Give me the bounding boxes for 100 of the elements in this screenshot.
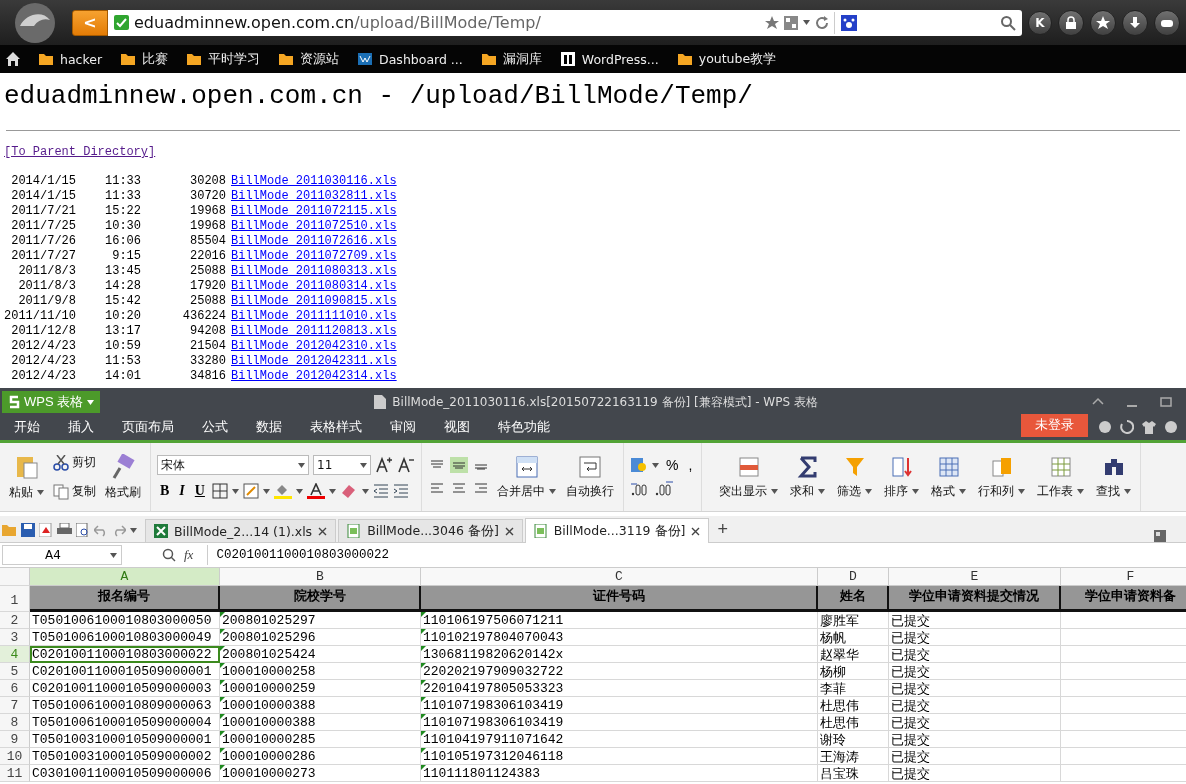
row-header[interactable]: 7 [0,697,30,714]
row-header[interactable]: 9 [0,731,30,748]
increase-decimal-icon[interactable] [630,481,650,497]
qr-code-icon[interactable] [784,15,798,30]
row-header[interactable]: 11 [0,765,30,782]
lock-button[interactable] [1058,9,1084,36]
star-icon[interactable] [765,15,779,30]
bookmark-item[interactable]: 平时学习 [186,50,261,68]
formula-field[interactable]: C0201001100010803000022 [207,545,1186,565]
ribbon-command-button[interactable]: 筛选 [834,452,876,502]
column-header[interactable]: A [30,568,220,586]
zoom-formula-icon[interactable] [162,548,176,562]
ribbon-tab[interactable]: 特色功能 [484,419,564,440]
bookmark-item[interactable]: WordPress... [559,51,659,67]
file-link[interactable]: BillMode_2011111010.xls [231,309,397,323]
ribbon-command-button[interactable]: 排序 [881,452,923,502]
document-tab[interactable]: BillMode...3119 备份] [524,518,710,543]
pdf-icon[interactable] [39,523,53,537]
column-header[interactable]: B [220,568,421,586]
file-link[interactable]: BillMode_2011090815.xls [231,294,397,308]
bookmark-item[interactable]: Dashboard ... [357,51,463,67]
row-header[interactable]: 3 [0,629,30,646]
name-box[interactable]: A4 [2,545,122,565]
row-header[interactable]: 5 [0,663,30,680]
home-icon[interactable] [6,52,20,66]
fill-color-icon[interactable] [273,483,292,499]
column-header[interactable]: C [421,568,818,586]
address-bar[interactable]: eduadminnew.open.com.cn/upload/BillMode/Temp/ [108,9,1022,36]
file-link[interactable]: BillMode_2012042310.xls [231,339,397,353]
ribbon-tab[interactable]: 插入 [54,419,108,440]
row-header[interactable]: 6 [0,680,30,697]
refresh-icon[interactable] [815,15,829,30]
percent-button[interactable]: % [663,457,682,473]
document-tab[interactable]: BillMode...3046 备份] [338,519,523,542]
gamepad-button[interactable] [1154,9,1180,36]
indent-icon[interactable] [392,484,409,498]
outdent-icon[interactable] [372,484,389,498]
column-header[interactable]: E [889,568,1061,586]
eraser-icon[interactable] [339,483,358,499]
bold-button[interactable]: B [157,483,173,499]
star-button[interactable] [1090,9,1116,36]
file-link[interactable]: BillMode_2011072709.xls [231,249,397,263]
column-header[interactable]: D [818,568,889,586]
ribbon-tab[interactable]: 视图 [430,419,484,440]
wrap-text-button[interactable]: 自动换行 [563,452,617,502]
parent-directory-link[interactable]: [To Parent Directory] [4,145,156,159]
borders-icon[interactable] [211,483,228,499]
font-size-field[interactable]: 11 [313,455,371,475]
underline-button[interactable]: U [191,483,208,499]
new-tab-button[interactable]: + [711,519,734,542]
currency-icon[interactable] [630,457,648,473]
column-header[interactable]: F [1061,568,1186,586]
file-link[interactable]: BillMode_2011072115.xls [231,204,397,218]
save-icon[interactable] [21,523,35,537]
italic-button[interactable]: I [176,483,188,499]
file-link[interactable]: BillMode_2011032811.xls [231,189,397,203]
close-icon[interactable] [504,526,514,536]
copy-button[interactable]: 复制 [51,481,98,502]
ribbon-tab[interactable]: 公式 [188,419,242,440]
shrink-font-icon[interactable] [397,456,415,474]
bookmark-item[interactable]: 比赛 [120,50,169,68]
merge-center-button[interactable]: 合并居中 [494,452,559,502]
close-icon[interactable] [691,526,701,536]
font-name-field[interactable]: 宋体 [157,455,309,475]
search-icon[interactable] [1000,14,1016,31]
shirt-icon[interactable] [1142,420,1156,434]
cut-button[interactable]: 剪切 [51,452,98,473]
help-icon[interactable] [1164,420,1178,434]
feedback-icon[interactable] [1120,420,1134,434]
ribbon-command-button[interactable]: 行和列 [975,452,1029,502]
file-link[interactable]: BillMode_2011080314.xls [231,279,397,293]
row-header[interactable]: 8 [0,714,30,731]
file-link[interactable]: BillMode_2011072616.xls [231,234,397,248]
ribbon-tab[interactable]: 页面布局 [108,419,188,440]
file-link[interactable]: BillMode_2012042311.xls [231,354,397,368]
thousands-separator-button[interactable]: , [685,457,696,473]
row-header[interactable]: 4 [0,646,30,663]
print-icon[interactable] [57,523,72,537]
file-link[interactable]: BillMode_2011080313.xls [231,264,397,278]
ribbon-command-button[interactable]: 格式 [928,452,970,502]
insert-function-button[interactable]: fx [184,547,194,563]
bookmark-item[interactable]: 漏洞库 [480,50,542,68]
app-menu-button[interactable]: WPS 表格 [2,391,101,413]
row-header[interactable]: 2 [0,612,30,629]
file-link[interactable]: BillMode_2011030116.xls [231,174,397,188]
decrease-decimal-icon[interactable] [654,481,674,497]
row-header[interactable]: 10 [0,748,30,765]
search-field[interactable] [834,11,1016,34]
cell-style-icon[interactable] [242,483,259,499]
ribbon-command-button[interactable]: 突出显示 [716,452,782,502]
download-button[interactable] [1122,9,1148,36]
profile-button[interactable]: K [1028,10,1052,35]
bookmark-item[interactable]: youtube教学 [676,50,777,68]
document-tab[interactable]: BillMode_2...14 (1).xls [145,519,337,542]
format-painter-button[interactable]: 格式刷 [102,451,144,503]
close-icon[interactable] [318,526,328,536]
ribbon-tab[interactable]: 数据 [242,419,296,440]
maximize-icon[interactable] [1160,396,1172,408]
ribbon-command-button[interactable]: 查找 [1093,452,1135,502]
align-middle-icon[interactable] [450,457,468,473]
